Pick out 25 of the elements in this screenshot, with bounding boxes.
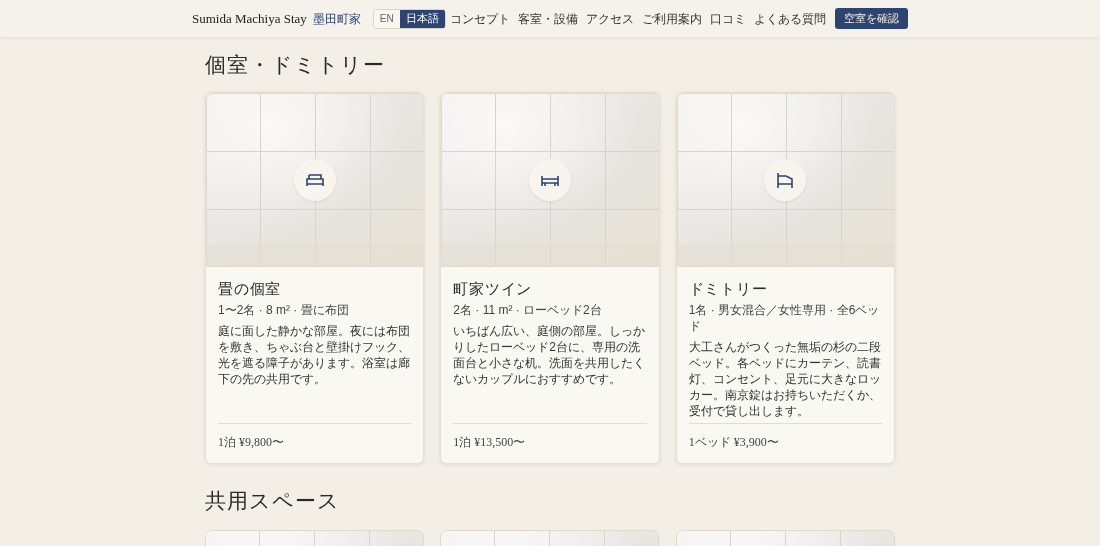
room-title: ドミトリー: [688, 280, 769, 299]
language-tab[interactable]: 日本語: [399, 9, 445, 28]
room-description: 庭に面した静かな部屋。夜には布団を敷き、ちゃぶ台と壁掛けフック、光を遮る障子があります。浴室は廊下の先の共用です。: [218, 323, 411, 387]
brand-name-japanese: 墨田町家: [312, 10, 361, 28]
section-heading: 共用スペース: [205, 488, 342, 515]
check-availability-button[interactable]: 空室を確認: [835, 8, 908, 29]
room-title: 畳の個室: [218, 280, 282, 299]
room-title: 町家ツイン: [453, 280, 534, 299]
room-price: 1ベッド ¥3,900〜: [688, 434, 780, 451]
language-tab[interactable]: EN: [373, 9, 400, 28]
room-details: 1〜2名 · 8 m² · 畳に布団: [218, 302, 350, 318]
room-details: 2名 · 11 m² · ローベッド2台: [453, 302, 603, 318]
brand-name[interactable]: Sumida Machiya Stay: [192, 8, 307, 29]
nav-link[interactable]: アクセス: [586, 9, 634, 28]
room-price: 1泊 ¥13,500〜: [453, 434, 527, 451]
nav-link[interactable]: 口コミ: [710, 9, 746, 28]
room-details: 1名 · 男女混合／女性専用 · 全6ベッド: [688, 302, 881, 334]
section-heading: 個室・ドミトリー: [205, 52, 387, 79]
room-price: 1泊 ¥9,800〜: [218, 434, 285, 451]
nav-link[interactable]: ご利用案内: [642, 9, 702, 28]
room-description: 大工さんがつくった無垢の杉の二段ベッド。各ベッドにカーテン、読書灯、コンセント、足元に大きなロッカー。南京錠はお持ちいただくか、受付で貸し出します。: [688, 339, 882, 419]
nav-link[interactable]: 客室・設備: [518, 9, 578, 28]
nav-link[interactable]: コンセプト: [450, 9, 510, 28]
room-description: いちばん広い、庭側の部屋。しっかりしたローベッド2台に、専用の洗面台と小さな机。洗面を共用したくないカップルにおすすめです。: [453, 323, 647, 387]
nav-link[interactable]: よくある質問: [754, 9, 826, 28]
